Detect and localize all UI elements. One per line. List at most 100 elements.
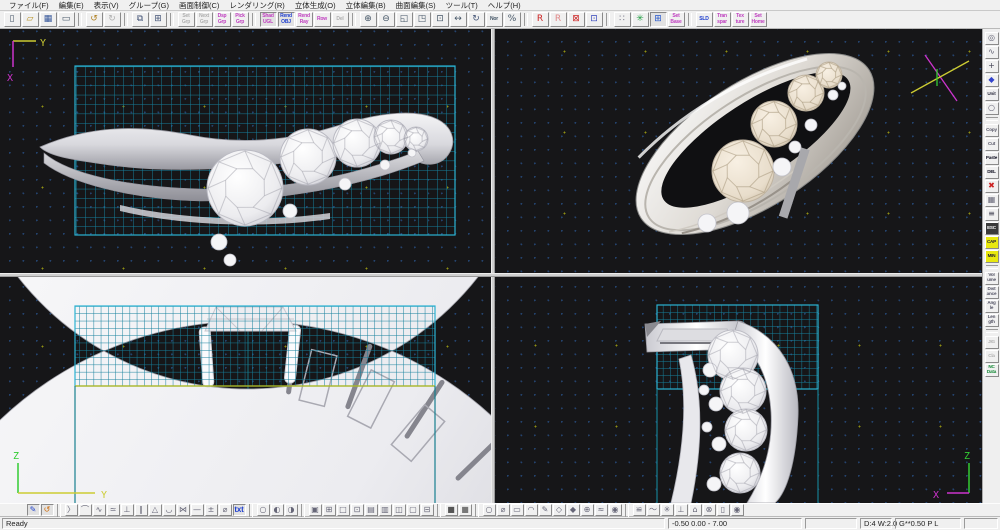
volume-button[interactable]: Vol ume xyxy=(984,271,999,285)
triangle-tool-button[interactable]: △ xyxy=(148,504,162,516)
clear-button[interactable]: Cla xyxy=(984,349,999,363)
render-all-button[interactable]: R xyxy=(531,12,549,27)
target-button[interactable]: ◉ xyxy=(730,504,744,516)
scale-button[interactable]: % xyxy=(503,12,521,27)
render-view-button[interactable]: ⊡ xyxy=(585,12,603,27)
center-rect-button[interactable]: ⊡ xyxy=(350,504,364,516)
otimes-button[interactable]: ⊗ xyxy=(702,504,716,516)
perpendicular-tool-button[interactable]: ⊥ xyxy=(120,504,134,516)
menu-rendering[interactable]: レンダリング(R) xyxy=(224,0,289,11)
zoom-fit-button[interactable]: ◳ xyxy=(413,12,431,27)
balance-button[interactable]: ≌ xyxy=(632,504,646,516)
zoom-window-button[interactable]: ◱ xyxy=(395,12,413,27)
slot-button[interactable]: ⊟ xyxy=(420,504,434,516)
del-button[interactable]: Del xyxy=(331,12,349,27)
round-button[interactable]: ◉ xyxy=(608,504,622,516)
undo-button[interactable]: ↺ xyxy=(85,12,103,27)
box-tool-button[interactable]: □ xyxy=(336,504,350,516)
circle-3pt-button[interactable]: ◑ xyxy=(284,504,298,516)
length-button[interactable]: Len gth xyxy=(984,313,999,327)
pipe-dia-button[interactable]: ⌀ xyxy=(496,504,510,516)
move-body-button[interactable]: + xyxy=(984,59,999,73)
chamfer-tool-button[interactable]: ⋈ xyxy=(176,504,190,516)
transparency-button[interactable]: Tran spar xyxy=(713,12,731,27)
viewport-bottom-right-profile-view[interactable]: Z X xyxy=(495,277,982,503)
rotate-body-button[interactable]: ◎ xyxy=(984,31,999,45)
viewport-bottom-left-front-view[interactable]: Z Y xyxy=(0,277,491,503)
cap-button[interactable]: CAP xyxy=(984,235,999,249)
distance-button[interactable]: Dist ance xyxy=(984,285,999,299)
erase-button[interactable]: ✖ xyxy=(984,179,999,193)
viewport-splitter-horizontal[interactable] xyxy=(0,273,982,277)
menu-edit[interactable]: 編集(E) xyxy=(54,0,89,11)
paste-button[interactable]: Paste xyxy=(984,151,999,165)
menu-file[interactable]: ファイル(F) xyxy=(4,0,54,11)
viewport-top-left-side-view[interactable]: Y X xyxy=(0,29,491,273)
star-button[interactable]: ✳ xyxy=(660,504,674,516)
redo-button[interactable]: ↻ xyxy=(103,12,121,27)
print-button[interactable]: ▭ xyxy=(57,12,75,27)
grid-show-button[interactable]: ⊞ xyxy=(649,12,667,27)
pipe-button[interactable]: ⊕ xyxy=(580,504,594,516)
menu-screen-control[interactable]: 画面制御(C) xyxy=(174,0,224,11)
plate-button[interactable]: ▢ xyxy=(406,504,420,516)
min-button[interactable]: MIN xyxy=(984,249,999,263)
pen-tool-button[interactable]: ✎ xyxy=(26,504,40,516)
menu-solid-create[interactable]: 立体生成(O) xyxy=(290,0,341,11)
sweep-body-button[interactable]: ∿ xyxy=(984,45,999,59)
menu-solid-edit[interactable]: 立体編集(B) xyxy=(341,0,391,11)
list-button[interactable]: ≡ xyxy=(984,207,999,221)
menu-help[interactable]: ヘルプ(H) xyxy=(483,0,526,11)
save-button[interactable]: ▦ xyxy=(39,12,57,27)
cut-button[interactable]: Cut xyxy=(984,137,999,151)
grid-dots-button[interactable]: ∷ xyxy=(613,12,631,27)
hatch-h-button[interactable]: ▤ xyxy=(364,504,378,516)
viewport-splitter-vertical[interactable] xyxy=(491,29,495,503)
new-button[interactable]: ▯ xyxy=(3,12,21,27)
curve-tool-button[interactable]: ∿ xyxy=(92,504,106,516)
dome-button[interactable]: ◠ xyxy=(524,504,538,516)
pan-button[interactable]: ↔ xyxy=(449,12,467,27)
offset-tool-button[interactable]: ≃ xyxy=(106,504,120,516)
menu-surface-edit[interactable]: 曲面編集(S) xyxy=(391,0,441,11)
grid-snap-button[interactable]: ✳ xyxy=(631,12,649,27)
redraw-button[interactable]: ↻ xyxy=(467,12,485,27)
row-button[interactable]: Row xyxy=(313,12,331,27)
sphere-button[interactable]: ○ xyxy=(482,504,496,516)
viewport-top-right-3d-view[interactable] xyxy=(495,29,982,273)
text-tool-button[interactable]: txt xyxy=(232,504,246,516)
fillet-tool-button[interactable]: ◡ xyxy=(162,504,176,516)
stamp-button[interactable]: ▦ xyxy=(984,193,999,207)
normal-view-button[interactable]: Nor xyxy=(485,12,503,27)
menu-tools[interactable]: ツール(T) xyxy=(441,0,483,11)
shade-ugl-button[interactable]: Shad UGL xyxy=(259,12,277,27)
next-group-button[interactable]: Next Grp xyxy=(195,12,213,27)
gemstones-profile[interactable] xyxy=(698,329,768,494)
circle-2pt-button[interactable]: ◐ xyxy=(270,504,284,516)
render-ray-button[interactable]: Rend Ray xyxy=(295,12,313,27)
tee-button[interactable]: ⊥ xyxy=(674,504,688,516)
column-button[interactable]: ◫ xyxy=(392,504,406,516)
open-button[interactable]: ▱ xyxy=(21,12,39,27)
grid-box-button[interactable]: ⊞ xyxy=(322,504,336,516)
render-area-button[interactable]: R xyxy=(549,12,567,27)
jig-button[interactable]: JIG xyxy=(984,335,999,349)
group-edit-button[interactable]: ⧉ xyxy=(131,12,149,27)
angle-button[interactable]: Ang le xyxy=(984,299,999,313)
esc-button[interactable]: ESC xyxy=(984,221,999,235)
squiggle-button[interactable]: 〜 xyxy=(646,504,660,516)
gem-solid-button[interactable]: ◆ xyxy=(566,504,580,516)
menu-view[interactable]: 表示(V) xyxy=(89,0,124,11)
dsp-group-button[interactable]: Dsp Grp xyxy=(213,12,231,27)
extend-tool-button[interactable]: ± xyxy=(204,504,218,516)
set-base-button[interactable]: Set Base xyxy=(667,12,685,27)
group-window-button[interactable]: ⊞ xyxy=(149,12,167,27)
set-home-button[interactable]: Set Home xyxy=(749,12,767,27)
set-group-button[interactable]: Set Grp xyxy=(177,12,195,27)
delete-button[interactable]: DEL xyxy=(984,165,999,179)
gem-outline-button[interactable]: ◇ xyxy=(552,504,566,516)
home-view-button[interactable]: ⌂ xyxy=(688,504,702,516)
copy-button[interactable]: Copy xyxy=(984,123,999,137)
solid-display-button[interactable]: SLD xyxy=(695,12,713,27)
texture-button[interactable]: Tex ture xyxy=(731,12,749,27)
